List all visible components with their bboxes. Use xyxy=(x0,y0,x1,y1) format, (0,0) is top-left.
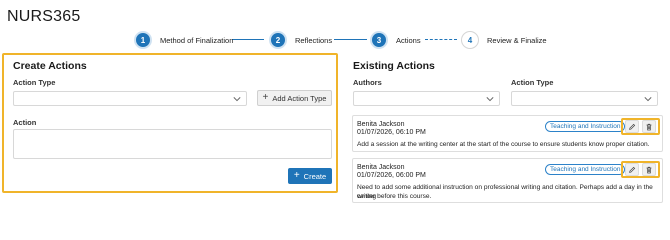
card-author: Benita Jackson xyxy=(357,121,405,128)
step-connector xyxy=(425,39,457,40)
delete-button[interactable] xyxy=(642,163,657,176)
plus-icon: + xyxy=(293,170,300,181)
create-actions-title: Create Actions xyxy=(13,60,87,72)
card-date: 01/07/2026, 06:00 PM xyxy=(357,172,426,179)
action-card: Benita Jackson 01/07/2026, 06:00 PM Teac… xyxy=(352,158,663,203)
delete-button[interactable] xyxy=(642,120,657,133)
create-actions-panel: Create Actions Action Type + Add Action … xyxy=(2,53,338,193)
step-connector xyxy=(232,39,264,40)
step-label: Actions xyxy=(396,35,421,45)
action-type-badge: Teaching and Instruction xyxy=(545,164,626,175)
action-textarea[interactable] xyxy=(13,129,332,159)
action-card: Benita Jackson 01/07/2026, 06:10 PM Teac… xyxy=(352,115,663,152)
filter-action-type-select[interactable] xyxy=(511,91,658,106)
trash-icon xyxy=(646,166,652,173)
step-reflections[interactable]: 2 Reflections xyxy=(269,30,332,50)
chevron-down-icon xyxy=(486,97,494,102)
authors-label: Authors xyxy=(353,78,382,87)
step-number: 1 xyxy=(134,31,152,49)
step-label: Review & Finalize xyxy=(487,35,547,45)
step-method-of-finalization[interactable]: 1 Method of Finalization xyxy=(134,30,233,50)
action-type-select[interactable] xyxy=(13,91,247,106)
filter-action-type-label: Action Type xyxy=(511,78,554,87)
create-button-label: Create xyxy=(303,171,327,181)
add-action-type-button[interactable]: + Add Action Type xyxy=(257,90,332,106)
card-description: Add a session at the writing center at t… xyxy=(357,141,650,148)
create-button[interactable]: + Create xyxy=(288,168,332,184)
app-title: NURS365 xyxy=(7,8,81,25)
card-date: 01/07/2026, 06:10 PM xyxy=(357,129,426,136)
plus-icon: + xyxy=(262,92,269,103)
action-type-label: Action Type xyxy=(13,78,56,87)
add-action-type-label: Add Action Type xyxy=(272,93,327,103)
step-label: Reflections xyxy=(295,35,333,45)
step-number: 3 xyxy=(370,31,388,49)
step-review-finalize[interactable]: 4 Review & Finalize xyxy=(461,30,547,50)
existing-actions-title: Existing Actions xyxy=(353,60,435,72)
edit-button[interactable] xyxy=(624,163,639,176)
action-label: Action xyxy=(13,118,37,127)
card-description-line: center before this course. xyxy=(357,193,432,200)
step-number: 2 xyxy=(269,31,287,49)
card-action-buttons xyxy=(621,118,660,135)
trash-icon xyxy=(646,123,652,130)
edit-button[interactable] xyxy=(624,120,639,133)
progress-stepper: 1 Method of Finalization 2 Reflections 3… xyxy=(0,30,670,50)
card-action-buttons xyxy=(621,161,660,178)
pencil-icon xyxy=(628,123,635,130)
chevron-down-icon xyxy=(233,97,241,102)
step-label: Method of Finalization xyxy=(160,35,234,45)
step-number: 4 xyxy=(461,31,479,49)
step-actions[interactable]: 3 Actions xyxy=(370,30,421,50)
authors-select[interactable] xyxy=(353,91,500,106)
step-connector xyxy=(334,39,367,40)
pencil-icon xyxy=(628,166,635,173)
action-type-badge: Teaching and Instruction xyxy=(545,121,626,132)
card-author: Benita Jackson xyxy=(357,164,405,171)
chevron-down-icon xyxy=(644,97,652,102)
